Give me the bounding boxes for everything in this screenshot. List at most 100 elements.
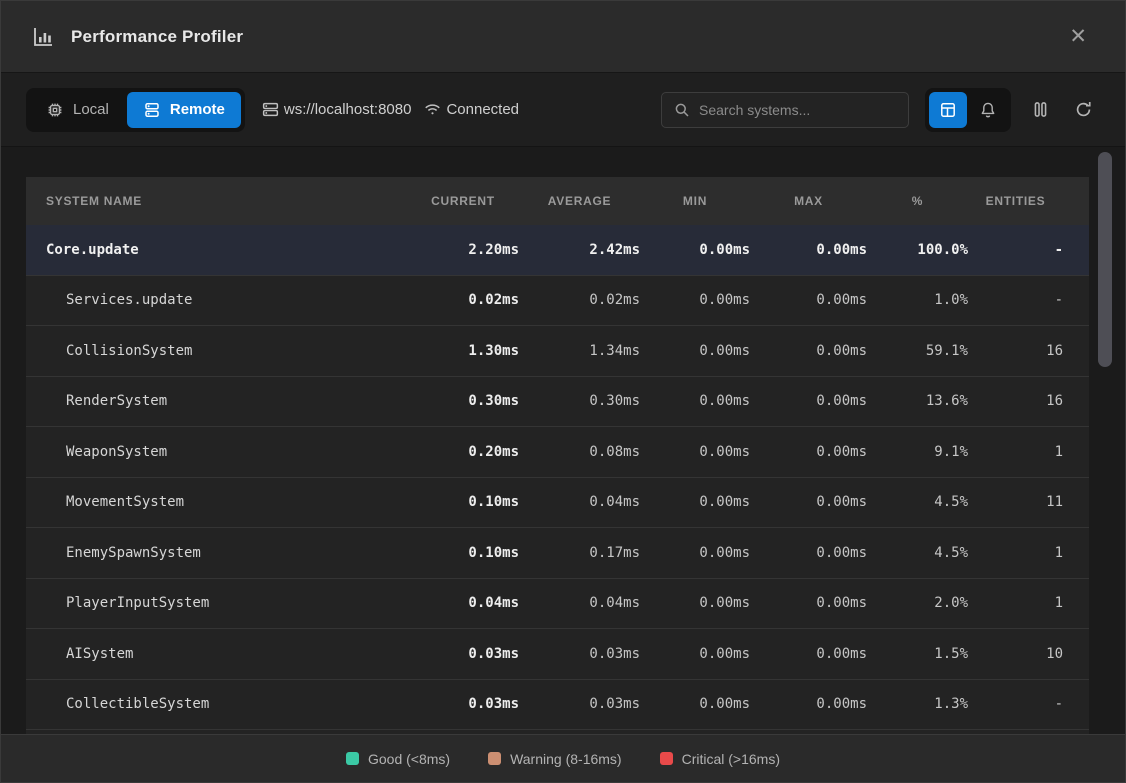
percent-value-cell: 1.5% [867, 646, 968, 662]
system-name-cell: WeaponSystem [26, 444, 407, 460]
remote-button[interactable]: Remote [127, 92, 241, 128]
table-row[interactable]: EnemySpawnSystem 0.10ms 0.17ms 0.00ms 0.… [26, 528, 1089, 579]
current-value-cell: 0.10ms [407, 494, 519, 510]
min-value-cell: 0.00ms [640, 444, 750, 460]
table-row[interactable]: RenderSystem 0.30ms 0.30ms 0.00ms 0.00ms… [26, 377, 1089, 428]
server-stack-icon [143, 101, 161, 119]
average-value-cell: 0.02ms [519, 292, 640, 308]
table-area: SYSTEM NAME CURRENT AVERAGE MIN MAX % EN… [1, 147, 1125, 734]
remote-button-label: Remote [170, 101, 225, 118]
percent-value-cell: 4.5% [867, 494, 968, 510]
column-header-min: MIN [640, 194, 750, 208]
max-value-cell: 0.00ms [750, 595, 867, 611]
percent-value-cell: 100.0% [867, 242, 968, 258]
legend-swatch [488, 752, 501, 765]
table-row[interactable]: Services.update 0.02ms 0.02ms 0.00ms 0.0… [26, 276, 1089, 327]
refresh-icon [1074, 100, 1093, 119]
average-value-cell: 2.42ms [519, 242, 640, 258]
system-name-cell: RenderSystem [26, 393, 407, 409]
max-value-cell: 0.00ms [750, 696, 867, 712]
min-value-cell: 0.00ms [640, 343, 750, 359]
legend-label: Warning (8-16ms) [510, 751, 622, 767]
refresh-button[interactable] [1070, 96, 1097, 123]
entities-value-cell: 10 [968, 646, 1063, 662]
close-button[interactable]: ✕ [1065, 22, 1091, 51]
max-value-cell: 0.00ms [750, 393, 867, 409]
legend-swatch [660, 752, 673, 765]
connection-status: Connected [423, 100, 519, 119]
table-row[interactable]: AISystem 0.03ms 0.03ms 0.00ms 0.00ms 1.5… [26, 629, 1089, 680]
cpu-chip-icon [46, 101, 64, 119]
search-input[interactable] [699, 102, 896, 118]
min-value-cell: 0.00ms [640, 545, 750, 561]
performance-profiler-window: Performance Profiler ✕ Local [0, 0, 1126, 783]
min-value-cell: 0.00ms [640, 242, 750, 258]
pause-button[interactable] [1027, 96, 1054, 123]
table-header-row: SYSTEM NAME CURRENT AVERAGE MIN MAX % EN… [26, 177, 1089, 225]
pause-icon [1031, 100, 1050, 119]
entities-value-cell: 1 [968, 444, 1063, 460]
min-value-cell: 0.00ms [640, 646, 750, 662]
legend-swatch [346, 752, 359, 765]
table-row[interactable]: CollisionSystem 1.30ms 1.34ms 0.00ms 0.0… [26, 326, 1089, 377]
entities-value-cell: 1 [968, 595, 1063, 611]
max-value-cell: 0.00ms [750, 494, 867, 510]
column-header-entities: ENTITIES [968, 194, 1063, 208]
view-toggle [925, 88, 1011, 132]
max-value-cell: 0.00ms [750, 343, 867, 359]
connection-info: ws://localhost:8080 Connected [261, 100, 519, 119]
search-icon [674, 102, 690, 118]
entities-value-cell: 1 [968, 545, 1063, 561]
percent-value-cell: 59.1% [867, 343, 968, 359]
entities-value-cell: 11 [968, 494, 1063, 510]
max-value-cell: 0.00ms [750, 444, 867, 460]
legend-label: Good (<8ms) [368, 751, 450, 767]
current-value-cell: 0.03ms [407, 696, 519, 712]
system-name-cell: PlayerInputSystem [26, 595, 407, 611]
titlebar: Performance Profiler ✕ [1, 1, 1125, 73]
max-value-cell: 0.00ms [750, 292, 867, 308]
table-row[interactable]: Core.update 2.20ms 2.42ms 0.00ms 0.00ms … [26, 225, 1089, 276]
vertical-scrollbar-thumb[interactable] [1098, 152, 1112, 367]
current-value-cell: 0.10ms [407, 545, 519, 561]
column-header-current: CURRENT [407, 194, 519, 208]
current-value-cell: 0.04ms [407, 595, 519, 611]
notifications-button[interactable] [969, 92, 1007, 128]
search-box [661, 92, 909, 128]
legend-item: Good (<8ms) [346, 751, 450, 767]
average-value-cell: 0.03ms [519, 646, 640, 662]
average-value-cell: 0.04ms [519, 595, 640, 611]
percent-value-cell: 4.5% [867, 545, 968, 561]
bar-chart-icon [31, 25, 55, 49]
percent-value-cell: 2.0% [867, 595, 968, 611]
average-value-cell: 0.04ms [519, 494, 640, 510]
current-value-cell: 0.30ms [407, 393, 519, 409]
connection-status-label: Connected [446, 101, 519, 118]
average-value-cell: 0.17ms [519, 545, 640, 561]
table-row[interactable]: CollectibleSystem 0.03ms 0.03ms 0.00ms 0… [26, 680, 1089, 731]
max-value-cell: 0.00ms [750, 242, 867, 258]
page-title: Performance Profiler [71, 27, 243, 47]
bell-icon [979, 101, 997, 119]
table-row[interactable]: MovementSystem 0.10ms 0.04ms 0.00ms 0.00… [26, 478, 1089, 529]
current-value-cell: 1.30ms [407, 343, 519, 359]
current-value-cell: 0.02ms [407, 292, 519, 308]
table-row[interactable]: WeaponSystem 0.20ms 0.08ms 0.00ms 0.00ms… [26, 427, 1089, 478]
entities-value-cell: 16 [968, 343, 1063, 359]
systems-table: SYSTEM NAME CURRENT AVERAGE MIN MAX % EN… [26, 177, 1089, 730]
percent-value-cell: 1.3% [867, 696, 968, 712]
local-button[interactable]: Local [30, 92, 125, 128]
table-view-button[interactable] [929, 92, 967, 128]
toolbar: Local Remote [1, 73, 1125, 147]
wifi-icon [423, 100, 442, 119]
legend-bar: Good (<8ms) Warning (8-16ms) Critical (>… [1, 734, 1125, 782]
websocket-url-label: ws://localhost:8080 [284, 101, 412, 118]
entities-value-cell: 16 [968, 393, 1063, 409]
legend-item: Critical (>16ms) [660, 751, 780, 767]
average-value-cell: 1.34ms [519, 343, 640, 359]
min-value-cell: 0.00ms [640, 696, 750, 712]
table-row[interactable]: PlayerInputSystem 0.04ms 0.04ms 0.00ms 0… [26, 579, 1089, 630]
percent-value-cell: 9.1% [867, 444, 968, 460]
server-icon [261, 100, 280, 119]
average-value-cell: 0.03ms [519, 696, 640, 712]
